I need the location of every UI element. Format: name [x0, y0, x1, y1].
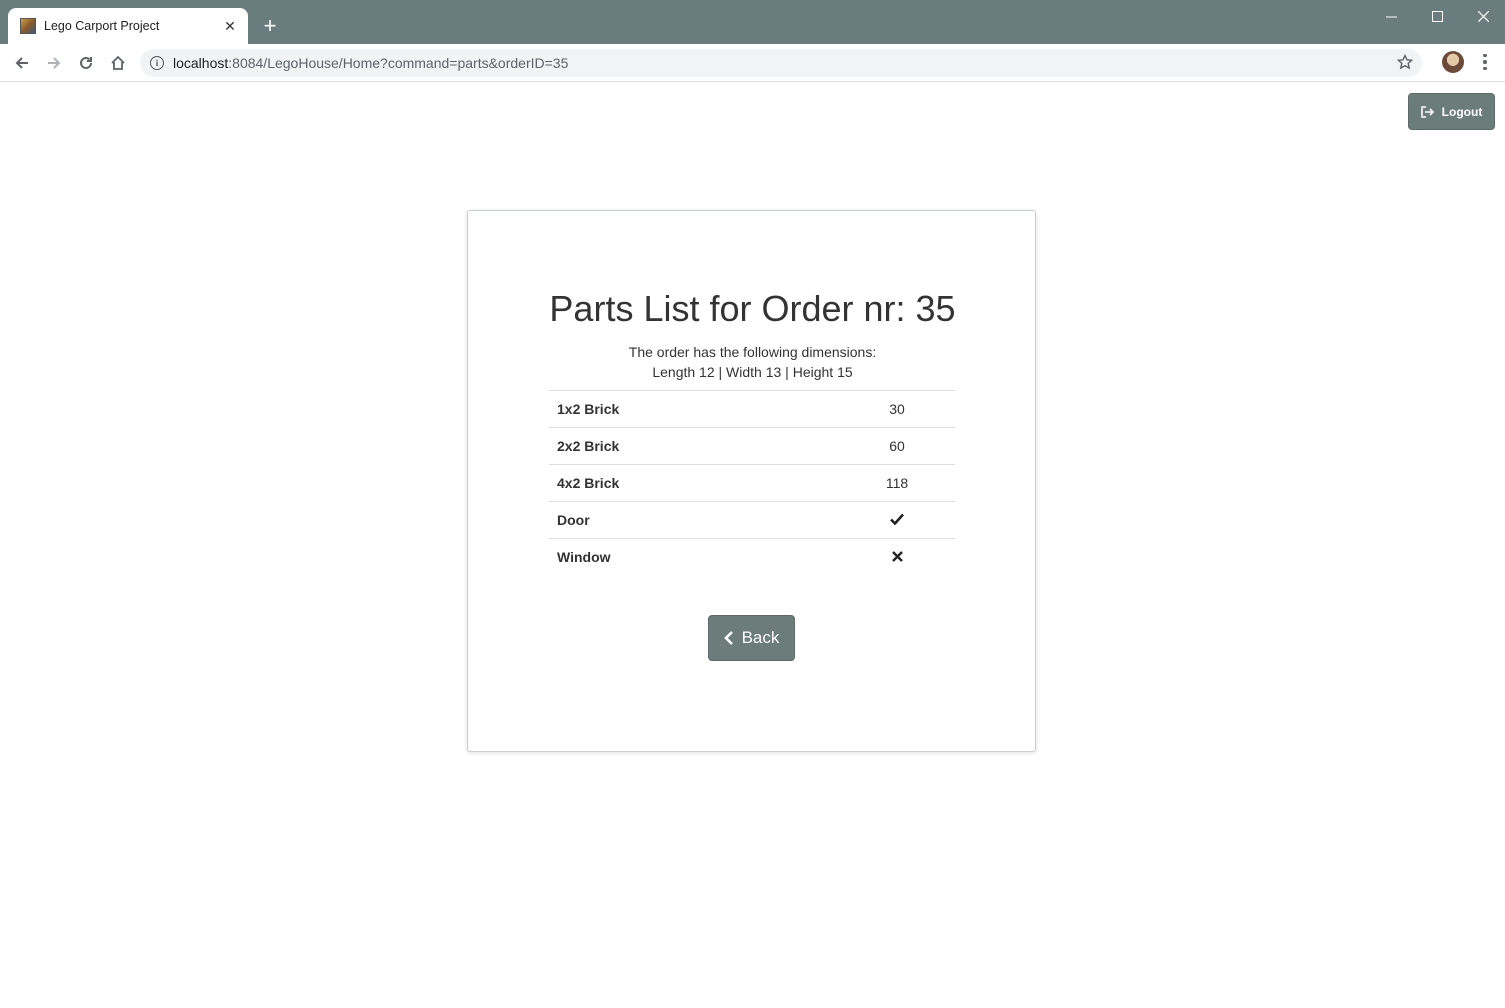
favicon-icon [20, 18, 36, 34]
reload-icon[interactable] [74, 51, 98, 75]
check-icon [890, 513, 904, 526]
url-host: localhost [173, 55, 229, 71]
new-tab-icon[interactable]: + [258, 14, 282, 38]
dimensions-intro: The order has the following dimensions: [628, 344, 877, 360]
part-name: Window [557, 549, 611, 566]
bookmark-star-icon[interactable] [1396, 53, 1414, 75]
cross-icon [891, 551, 903, 563]
tab-close-icon[interactable]: ✕ [222, 18, 238, 35]
minimize-icon[interactable] [1368, 0, 1414, 32]
browser-tab[interactable]: Lego Carport Project ✕ [8, 8, 248, 44]
address-bar[interactable]: i localhost:8084/LegoHouse/Home?command=… [140, 49, 1422, 77]
browser-menu-icon[interactable] [1478, 51, 1492, 73]
table-row: 1x2 Brick 30 [549, 390, 955, 428]
part-name: 4x2 Brick [557, 475, 620, 491]
back-label: Back [741, 628, 780, 647]
parts-table: 1x2 Brick 30 2x2 Brick 60 4x2 Brick 118 … [549, 390, 955, 576]
logout-button[interactable]: Logout [1408, 93, 1495, 130]
table-row: 2x2 Brick 60 [549, 427, 955, 465]
browser-titlebar: Lego Carport Project ✕ + [0, 0, 1505, 44]
dimensions-values: Length 12 | Width 13 | Height 15 [652, 364, 853, 380]
profile-avatar[interactable] [1442, 51, 1464, 73]
table-row: Window [549, 538, 955, 576]
tab-title: Lego Carport Project [44, 19, 160, 33]
maximize-icon[interactable] [1414, 0, 1460, 32]
browser-toolbar: i localhost:8084/LegoHouse/Home?command=… [0, 44, 1505, 82]
part-name: 2x2 Brick [557, 438, 620, 454]
part-name: 1x2 Brick [557, 401, 620, 417]
chevron-left-icon [723, 631, 733, 645]
table-row: 4x2 Brick 118 [549, 464, 955, 502]
table-row: Door [549, 501, 955, 539]
forward-nav-icon[interactable] [42, 51, 66, 75]
url-path: :8084/LegoHouse/Home?command=parts&order… [228, 55, 569, 71]
part-quantity: 60 [889, 438, 905, 454]
logout-label: Logout [1441, 104, 1483, 119]
part-quantity: 118 [885, 475, 909, 491]
back-button[interactable]: Back [708, 615, 795, 661]
part-name: Door [557, 512, 590, 528]
close-window-icon[interactable] [1460, 0, 1505, 32]
home-icon[interactable] [106, 51, 130, 75]
dimensions-text: The order has the following dimensions: … [0, 342, 1505, 382]
sign-out-icon [1420, 105, 1434, 118]
part-quantity: 30 [889, 401, 905, 417]
page-title: Parts List for Order nr: 35 [549, 288, 956, 329]
back-nav-icon[interactable] [10, 51, 34, 75]
info-icon[interactable]: i [150, 56, 164, 70]
